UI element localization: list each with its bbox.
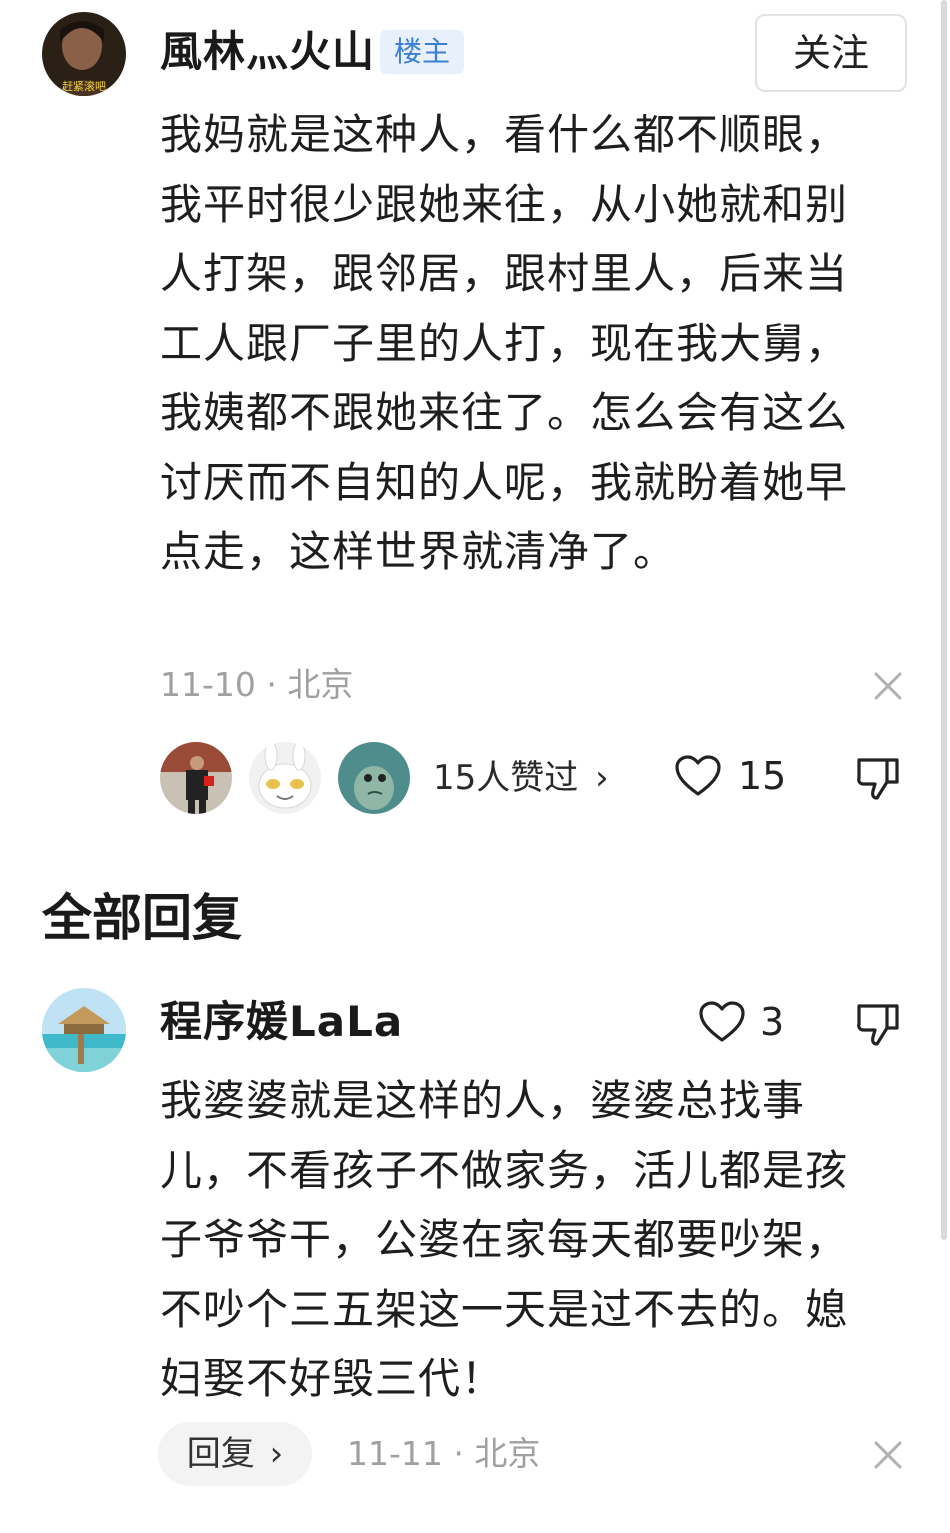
post-meta: 11-10 · 北京 — [160, 665, 353, 705]
likers-link[interactable]: 15人赞过 › — [433, 758, 609, 798]
reply-meta: 11-11 · 北京 — [347, 1434, 540, 1474]
scrollbar[interactable] — [941, 0, 947, 1240]
heart-outline-icon[interactable] — [698, 1000, 746, 1044]
likers-text: 15人赞过 — [433, 758, 579, 798]
post-author-name[interactable]: 風林灬火山 — [160, 27, 375, 77]
owner-badge: 楼主 — [380, 30, 465, 74]
avatar-caption: 赶紧滚吧 — [62, 79, 106, 93]
reply-button-label: 回复 — [186, 1434, 255, 1474]
post-date: 11-10 — [160, 665, 256, 704]
close-icon[interactable] — [870, 668, 906, 704]
liker-avatar[interactable] — [338, 742, 410, 814]
reply-like-count: 3 — [760, 1000, 785, 1044]
thumbs-down-outline-icon[interactable] — [854, 1000, 902, 1048]
follow-button[interactable]: 关注 — [755, 14, 907, 92]
section-title: 全部回复 — [42, 889, 242, 947]
reply-date: 11-11 — [347, 1434, 443, 1473]
liker-avatar[interactable] — [160, 742, 232, 814]
heart-outline-icon[interactable] — [674, 754, 722, 798]
liker-avatar[interactable] — [249, 742, 321, 814]
meta-separator: · — [266, 665, 277, 704]
reply-button[interactable]: 回复 › — [158, 1422, 312, 1486]
reply-content: 我婆婆就是这样的人，婆婆总找事儿，不看孩子不做家务，活儿都是孩子爷爷干，公婆在家… — [160, 1076, 849, 1403]
reply-location: 北京 — [474, 1434, 541, 1473]
post-author-avatar[interactable]: 赶紧滚吧 — [42, 12, 126, 96]
post-like-count: 15 — [738, 754, 787, 798]
meta-separator: · — [453, 1434, 464, 1473]
close-icon[interactable] — [870, 1437, 906, 1473]
post-location: 北京 — [287, 665, 354, 704]
post-content: 我妈就是这种人，看什么都不顺眼，我平时很少跟她来往，从小她就和别人打架，跟邻居，… — [160, 110, 849, 576]
reply-author-avatar[interactable] — [42, 988, 126, 1072]
chevron-right-icon: › — [269, 1434, 284, 1474]
reply-author-name[interactable]: 程序媛LaLa — [160, 997, 403, 1047]
thumbs-down-outline-icon[interactable] — [854, 754, 902, 802]
chevron-right-icon: › — [595, 758, 609, 798]
